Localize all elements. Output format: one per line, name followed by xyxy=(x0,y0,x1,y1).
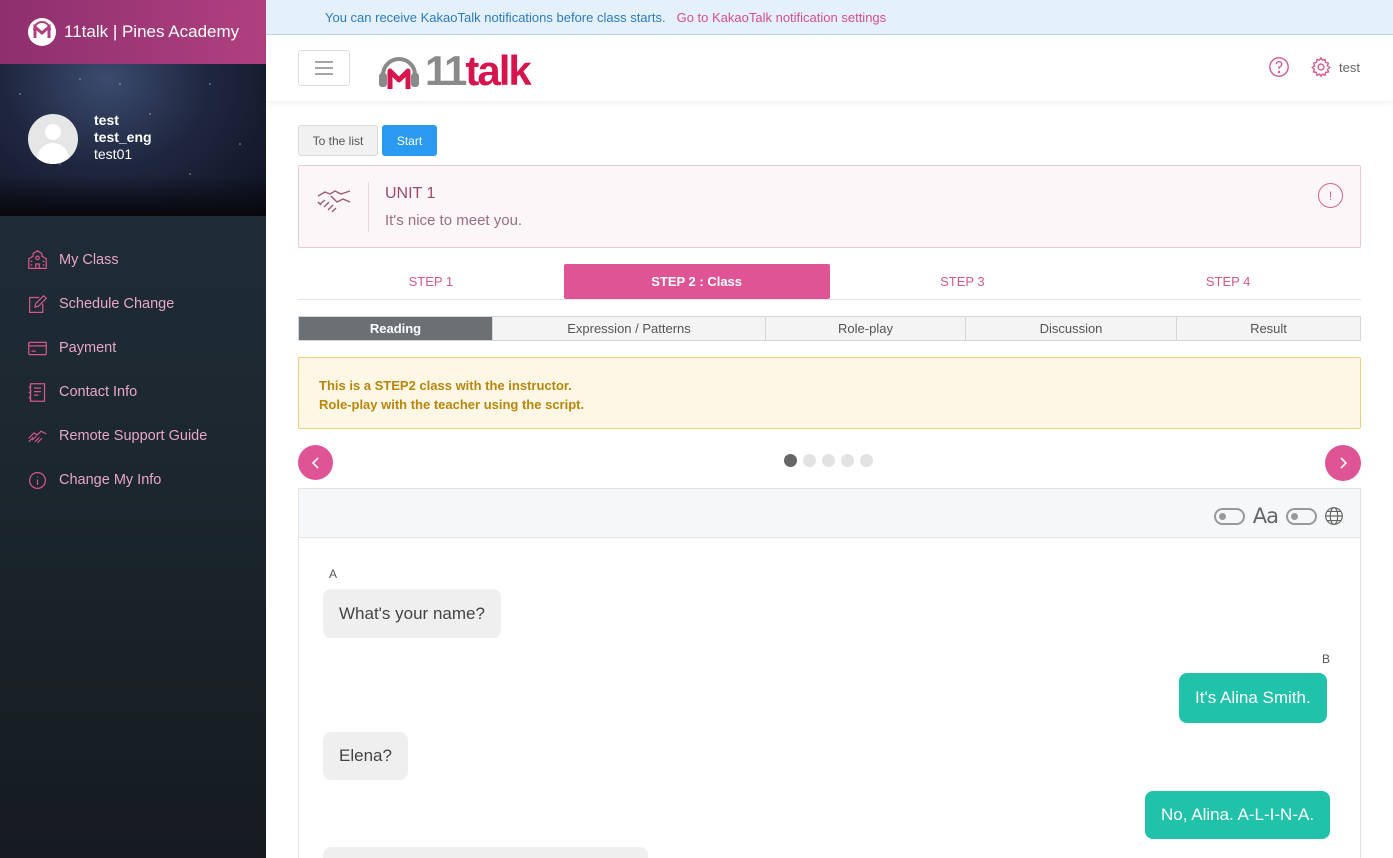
dialogue-bubble-a: What's your name? xyxy=(323,589,501,638)
info-icon xyxy=(29,471,46,489)
class-instruction-box: This is a STEP2 class with the instructo… xyxy=(298,357,1361,429)
tab-reading[interactable]: Reading xyxy=(299,317,493,340)
sidebar-item-label: Remote Support Guide xyxy=(59,428,208,444)
handshake-icon xyxy=(317,190,351,213)
header-user-label[interactable]: test xyxy=(1339,60,1360,75)
slide-dot-2[interactable] xyxy=(803,454,816,467)
unit-title: UNIT 1 xyxy=(385,185,436,202)
profile-eng-name: test_eng xyxy=(94,129,152,145)
school-icon xyxy=(28,249,47,269)
headphone-logo-icon xyxy=(379,57,419,89)
sidebar-item-remote-support[interactable]: Remote Support Guide xyxy=(0,414,266,458)
tab-step-3[interactable]: STEP 3 xyxy=(830,264,1096,299)
profile-card: test test_eng test01 xyxy=(0,64,266,216)
instruction-line-2: Role-play with the teacher using the scr… xyxy=(319,397,585,412)
sidebar-item-label: Change My Info xyxy=(59,472,162,488)
step-tabs: STEP 1 STEP 2 : Class STEP 3 STEP 4 xyxy=(298,264,1361,300)
logo-number: 11 xyxy=(425,47,467,94)
sidebar-menu: My Class Schedule Change Payment Contact… xyxy=(0,216,266,502)
slide-dot-5[interactable] xyxy=(860,454,873,467)
handshake-icon xyxy=(28,430,47,443)
unit-card: UNIT 1 It's nice to meet you. ! xyxy=(298,165,1361,248)
brand-bar[interactable]: 11talk | Pines Academy xyxy=(0,0,266,64)
edit-calendar-icon xyxy=(29,294,48,313)
avatar[interactable] xyxy=(28,114,78,164)
sidebar-item-contact-info[interactable]: Contact Info xyxy=(0,370,266,414)
slide-dot-3[interactable] xyxy=(822,454,835,467)
start-button[interactable]: Start xyxy=(382,125,437,156)
dialogue-bubble-a-partial xyxy=(323,847,648,858)
slide-dot-4[interactable] xyxy=(841,454,854,467)
top-header: 11talk test xyxy=(266,35,1393,101)
kakaotalk-notification-bar: You can receive KakaoTalk notifications … xyxy=(266,0,1393,35)
translation-toggle[interactable] xyxy=(1286,507,1317,525)
sidebar-item-label: Contact Info xyxy=(59,384,138,400)
font-size-icon: Aa xyxy=(1252,504,1279,528)
sidebar-item-change-my-info[interactable]: Change My Info xyxy=(0,458,266,502)
sidebar: 11talk | Pines Academy test test_eng tes… xyxy=(0,0,266,858)
logo-word: talk xyxy=(465,47,531,94)
tab-discussion[interactable]: Discussion xyxy=(966,317,1177,340)
menu-toggle-button[interactable] xyxy=(298,50,350,86)
tab-result[interactable]: Result xyxy=(1177,317,1360,340)
sidebar-item-label: My Class xyxy=(59,252,119,268)
profile-user-id: test01 xyxy=(94,146,133,162)
lesson-subtabs: Reading Expression / Patterns Role-play … xyxy=(298,316,1361,341)
dialogue-bubble-b: No, Alina. A-L-I-N-A. xyxy=(1145,791,1331,839)
dialogue-bubble-b: It's Alina Smith. xyxy=(1179,673,1327,723)
tab-step-1[interactable]: STEP 1 xyxy=(298,264,564,299)
alert-icon: ! xyxy=(1328,188,1333,203)
globe-icon xyxy=(1325,507,1343,525)
chevron-left-icon xyxy=(311,456,319,469)
prev-slide-button[interactable] xyxy=(298,445,333,480)
gear-icon[interactable] xyxy=(1310,56,1332,78)
tab-step-4[interactable]: STEP 4 xyxy=(1095,264,1361,299)
speaker-b-label: B xyxy=(1322,652,1331,666)
tab-step-2[interactable]: STEP 2 : Class xyxy=(563,264,830,299)
address-book-icon xyxy=(28,382,46,402)
notification-message: You can receive KakaoTalk notifications … xyxy=(325,9,666,25)
tab-expression-patterns[interactable]: Expression / Patterns xyxy=(493,317,766,340)
dialogue-panel: Aa A What's your name? B It's Alina Smit… xyxy=(298,488,1361,858)
menu-icon xyxy=(315,61,333,75)
instruction-line-1: This is a STEP2 class with the instructo… xyxy=(319,378,572,393)
brand-title: 11talk | Pines Academy xyxy=(64,22,240,41)
sidebar-item-my-class[interactable]: My Class xyxy=(0,238,266,282)
sidebar-item-schedule-change[interactable]: Schedule Change xyxy=(0,282,266,326)
sidebar-item-label: Payment xyxy=(59,340,117,356)
text-size-toggle[interactable] xyxy=(1213,507,1245,525)
tab-role-play[interactable]: Role-play xyxy=(766,317,966,340)
to-the-list-button[interactable]: To the list xyxy=(298,125,378,156)
dialogue-toolbar: Aa xyxy=(299,489,1360,538)
brand-logo-icon xyxy=(28,18,56,46)
sidebar-item-payment[interactable]: Payment xyxy=(0,326,266,370)
sidebar-item-label: Schedule Change xyxy=(59,296,175,312)
kakaotalk-settings-link[interactable]: Go to KakaoTalk notification settings xyxy=(677,10,887,25)
slide-indicator xyxy=(784,454,879,467)
help-icon[interactable] xyxy=(1268,56,1290,78)
dialogue-bubble-a: Elena? xyxy=(323,732,408,780)
speaker-a-label: A xyxy=(329,567,338,581)
next-slide-button[interactable] xyxy=(1325,445,1361,481)
app-logo[interactable]: 11talk xyxy=(377,47,532,95)
unit-subtitle: It's nice to meet you. xyxy=(385,212,523,229)
unit-info-button[interactable]: ! xyxy=(1318,183,1343,208)
slide-dot-1[interactable] xyxy=(784,454,797,467)
credit-card-icon xyxy=(28,341,47,355)
profile-name: test xyxy=(94,112,119,128)
chevron-right-icon xyxy=(1340,457,1348,469)
